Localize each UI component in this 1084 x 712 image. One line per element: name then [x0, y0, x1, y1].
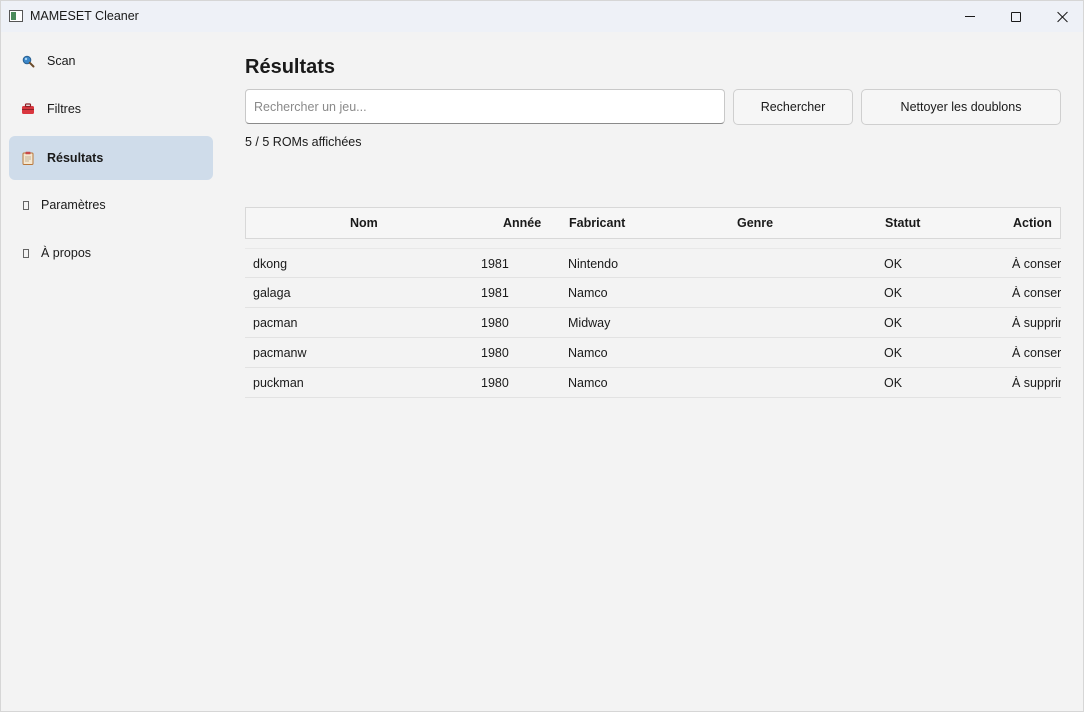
sidebar-item-parametres[interactable]: Paramètres [9, 183, 213, 227]
app-icon [9, 10, 23, 22]
sidebar-item-label: Résultats [47, 151, 104, 165]
cell-fabricant: Namco [568, 376, 608, 390]
cell-nom: puckman [253, 376, 304, 390]
sidebar-item-a-propos[interactable]: À propos [9, 231, 213, 275]
cell-action: À supprimer [1012, 376, 1061, 390]
sidebar-item-label: Filtres [47, 102, 82, 116]
cell-nom: pacmanw [253, 346, 307, 360]
window-title: MAMESET Cleaner [30, 9, 139, 23]
column-header-action[interactable]: Action [1013, 216, 1052, 230]
column-header-statut[interactable]: Statut [885, 216, 920, 230]
search-button[interactable]: Rechercher [733, 89, 853, 125]
cell-nom: galaga [253, 286, 291, 300]
cell-statut: OK [884, 316, 903, 330]
app-window: MAMESET Cleaner Scan Filtres Résultats P… [0, 0, 1084, 712]
sidebar-item-filtres[interactable]: Filtres [9, 87, 213, 131]
sidebar: Scan Filtres Résultats Paramètres À prop… [1, 32, 221, 712]
magnifier-icon [21, 54, 35, 68]
cell-statut: OK [884, 286, 903, 300]
cell-fabricant: Nintendo [568, 257, 619, 271]
cell-statut: OK [884, 346, 903, 360]
cell-annee: 1980 [481, 346, 509, 360]
cell-statut: OK [884, 257, 903, 271]
cell-annee: 1980 [481, 316, 509, 330]
clean-duplicates-button[interactable]: Nettoyer les doublons [861, 89, 1061, 125]
cell-action: À conserver [1012, 346, 1061, 360]
table-row[interactable]: dkong 1981 Nintendo OK À conserver [245, 248, 1061, 278]
cell-annee: 1981 [481, 286, 509, 300]
close-icon [1056, 11, 1068, 23]
sidebar-item-resultats[interactable]: Résultats [9, 136, 213, 180]
column-header-fabricant[interactable]: Fabricant [569, 216, 625, 230]
cell-fabricant: Namco [568, 346, 608, 360]
cell-annee: 1980 [481, 376, 509, 390]
blank-square-icon [23, 198, 29, 212]
table-header: Nom Année Fabricant Genre Statut Action [245, 207, 1061, 239]
minimize-icon [965, 16, 975, 17]
sidebar-item-scan[interactable]: Scan [9, 39, 213, 83]
cell-action: À conserver [1012, 257, 1061, 271]
cell-action: À conserver [1012, 286, 1061, 300]
cell-nom: pacman [253, 316, 298, 330]
table-body: dkong 1981 Nintendo OK À conserver galag… [245, 248, 1061, 398]
cell-statut: OK [884, 376, 903, 390]
column-header-annee[interactable]: Année [503, 216, 541, 230]
maximize-button[interactable] [993, 1, 1039, 32]
table-row[interactable]: pacmanw 1980 Namco OK À conserver [245, 338, 1061, 368]
cell-annee: 1981 [481, 257, 509, 271]
clipboard-icon [21, 151, 35, 165]
title-bar: MAMESET Cleaner [1, 1, 1083, 32]
table-row[interactable]: pacman 1980 Midway OK À supprimer [245, 308, 1061, 338]
cell-nom: dkong [253, 257, 288, 271]
table-row[interactable]: galaga 1981 Namco OK À conserver [245, 278, 1061, 308]
blank-square-icon [23, 246, 29, 260]
column-header-nom[interactable]: Nom [350, 216, 378, 230]
cell-fabricant: Namco [568, 286, 608, 300]
sidebar-item-label: Scan [47, 54, 76, 68]
minimize-button[interactable] [947, 1, 993, 32]
rom-count-label: 5 / 5 ROMs affichées [245, 135, 362, 149]
sidebar-item-label: À propos [41, 246, 92, 260]
page-title: Résultats [245, 56, 336, 78]
cell-action: À supprimer [1012, 316, 1061, 330]
cell-fabricant: Midway [568, 316, 611, 330]
table-row[interactable]: puckman 1980 Namco OK À supprimer [245, 368, 1061, 398]
close-button[interactable] [1039, 1, 1084, 32]
search-input[interactable] [245, 89, 725, 124]
maximize-icon [1011, 11, 1021, 22]
sidebar-item-label: Paramètres [41, 198, 106, 212]
column-header-genre[interactable]: Genre [737, 216, 773, 230]
toolbox-icon [21, 102, 35, 116]
